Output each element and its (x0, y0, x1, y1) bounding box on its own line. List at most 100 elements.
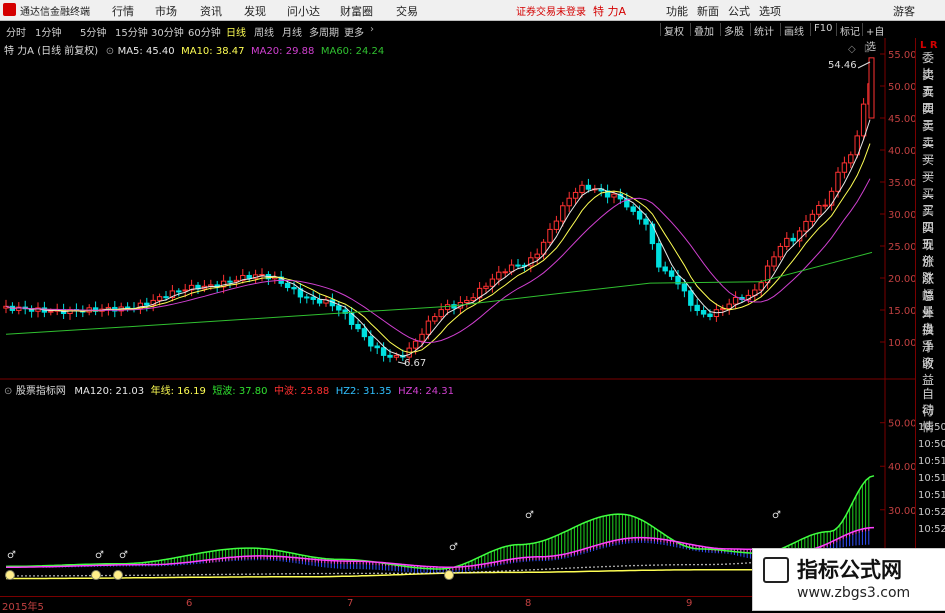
y-tick-label: 50.00 (888, 419, 915, 430)
candle-body (444, 304, 451, 311)
ma120-dot (529, 569, 531, 571)
menu-layout[interactable]: 新面 (697, 3, 719, 19)
ma120-dot (661, 564, 663, 566)
indicator-legend: ⊙ 股票指标网 MA120: 21.03 年线: 16.19 短波: 37.80… (4, 382, 454, 397)
btn-stats[interactable]: 统计 (750, 23, 777, 38)
buy-signal-icon (91, 570, 101, 581)
menu-discover[interactable]: 发现 (244, 3, 266, 19)
ma120-dot (409, 572, 411, 575)
period-intraday[interactable]: 分时 (6, 24, 26, 39)
ma120-dot (133, 574, 135, 577)
btn-overlay[interactable]: 叠加 (690, 23, 717, 38)
ma120-dot (105, 574, 107, 577)
btn-adjust[interactable]: 复权 (660, 23, 687, 38)
btn-multistock[interactable]: 多股 (720, 23, 747, 38)
indicator-gear-icon[interactable]: ⊙ (4, 386, 12, 397)
ma120-dot (73, 574, 75, 577)
menu-quotes[interactable]: 行情 (112, 3, 134, 19)
candle-body (868, 57, 875, 119)
legend-gear-icon[interactable]: ⊙ (106, 46, 114, 57)
ma120-dot (81, 574, 83, 577)
candle-body (489, 278, 496, 287)
ma120-dot (553, 567, 555, 570)
candle-body (483, 285, 489, 289)
guest-label[interactable]: 游客 (893, 3, 915, 19)
tick-time: 10:50 (918, 422, 945, 433)
candle-body (304, 296, 310, 299)
period-5min[interactable]: 5分钟 (80, 24, 106, 39)
quote-side-panel: L R 委比 卖五 卖四 卖三 卖二 卖一 买一 买二 买三 买四 买五 现价 涨跌 涨幅 总量 外盘 换手 净资… (915, 38, 945, 609)
period-30min[interactable]: 30分钟 (151, 24, 184, 39)
ma120-dot (25, 575, 27, 577)
menu-options[interactable]: 选项 (759, 3, 781, 19)
y-tick-label: 40.00 (888, 462, 915, 473)
menu-trade[interactable]: 交易 (396, 3, 418, 19)
candle-body (464, 299, 470, 304)
login-status[interactable]: 证券交易未登录 (516, 3, 586, 18)
candle-body (668, 270, 675, 277)
ma120-dot (513, 569, 515, 572)
candle-body (803, 220, 809, 232)
y-tick-label: 10.00 (888, 338, 915, 349)
candle-body (470, 297, 476, 301)
ma120-dot (601, 565, 603, 568)
ma120-dot (205, 573, 207, 576)
menu-news[interactable]: 资讯 (200, 3, 222, 19)
ma120-dot (325, 572, 327, 575)
menu-function[interactable]: 功能 (666, 3, 688, 19)
price-legend: 特 力A (日线 前复权) ⊙ MA5: 45.40 MA10: 38.47 M… (4, 42, 384, 57)
period-1min[interactable]: 1分钟 (35, 24, 61, 39)
candle-body (393, 354, 400, 358)
candle-body (227, 280, 233, 283)
ma120-dot (197, 573, 199, 576)
ma120-dot (433, 572, 435, 574)
candle-body (176, 290, 182, 293)
chart-page-icon[interactable]: ▯ (864, 43, 870, 54)
period-multi[interactable]: 多周期 (309, 24, 339, 39)
period-more[interactable]: 更多 (344, 24, 364, 39)
ma120-dot (469, 571, 471, 573)
btn-f10[interactable]: F10 (810, 23, 835, 36)
price-chart-canvas[interactable]: 55.00 50.00 45.00 40.00 35.00 30.00 25.00 20.00… (0, 38, 915, 380)
period-60min[interactable]: 60分钟 (188, 24, 221, 39)
ma120-dot (177, 574, 179, 576)
ma120-dot (369, 572, 371, 575)
menu-formula[interactable]: 公式 (728, 3, 750, 19)
menu-wealth[interactable]: 财富圈 (340, 3, 373, 19)
y-tick-label: 35.00 (888, 178, 915, 189)
ma120-dot (225, 573, 227, 576)
menu-market[interactable]: 市场 (155, 3, 177, 19)
menu-ask[interactable]: 问小达 (287, 3, 320, 19)
more-chevron-icon[interactable]: › (370, 24, 374, 35)
y-tick-label: 30.00 (888, 506, 915, 517)
period-monthly[interactable]: 月线 (282, 24, 302, 39)
ma120-dot (185, 574, 187, 576)
ma120-dot (61, 575, 63, 577)
candle-body (572, 191, 579, 199)
ma120-dot (265, 573, 267, 575)
ma120-dot (293, 572, 295, 575)
btn-add-favorite[interactable]: +自选 (862, 23, 887, 53)
candle-body (144, 302, 150, 306)
ma120-dot (69, 574, 71, 577)
watermark-banner: 指标公式网 www.zbgs3.com (752, 548, 945, 611)
candle-body (848, 154, 854, 164)
y-tick-label: 15.00 (888, 306, 915, 317)
candle-body (553, 220, 560, 230)
period-weekly[interactable]: 周线 (254, 24, 274, 39)
ma120-dot (357, 572, 359, 575)
male-symbol-icon: ♂ (449, 542, 458, 553)
male-symbol-icon: ♂ (7, 550, 16, 561)
btn-draw[interactable]: 画线 (780, 23, 807, 38)
btn-mark[interactable]: 标记 (836, 23, 863, 38)
candle-body (688, 290, 694, 306)
period-daily[interactable]: 日线 (226, 24, 246, 39)
candle-body (700, 310, 707, 315)
chart-diamond-icon[interactable]: ◇ (848, 44, 856, 55)
candle-body (496, 271, 502, 280)
price-chart[interactable]: 55.00 50.00 45.00 40.00 35.00 30.00 25.00 20.00… (0, 38, 915, 380)
period-15min[interactable]: 15分钟 (115, 24, 148, 39)
ma120-dot (289, 572, 291, 575)
ma120-dot (249, 573, 251, 575)
ma120-dot (517, 569, 519, 572)
